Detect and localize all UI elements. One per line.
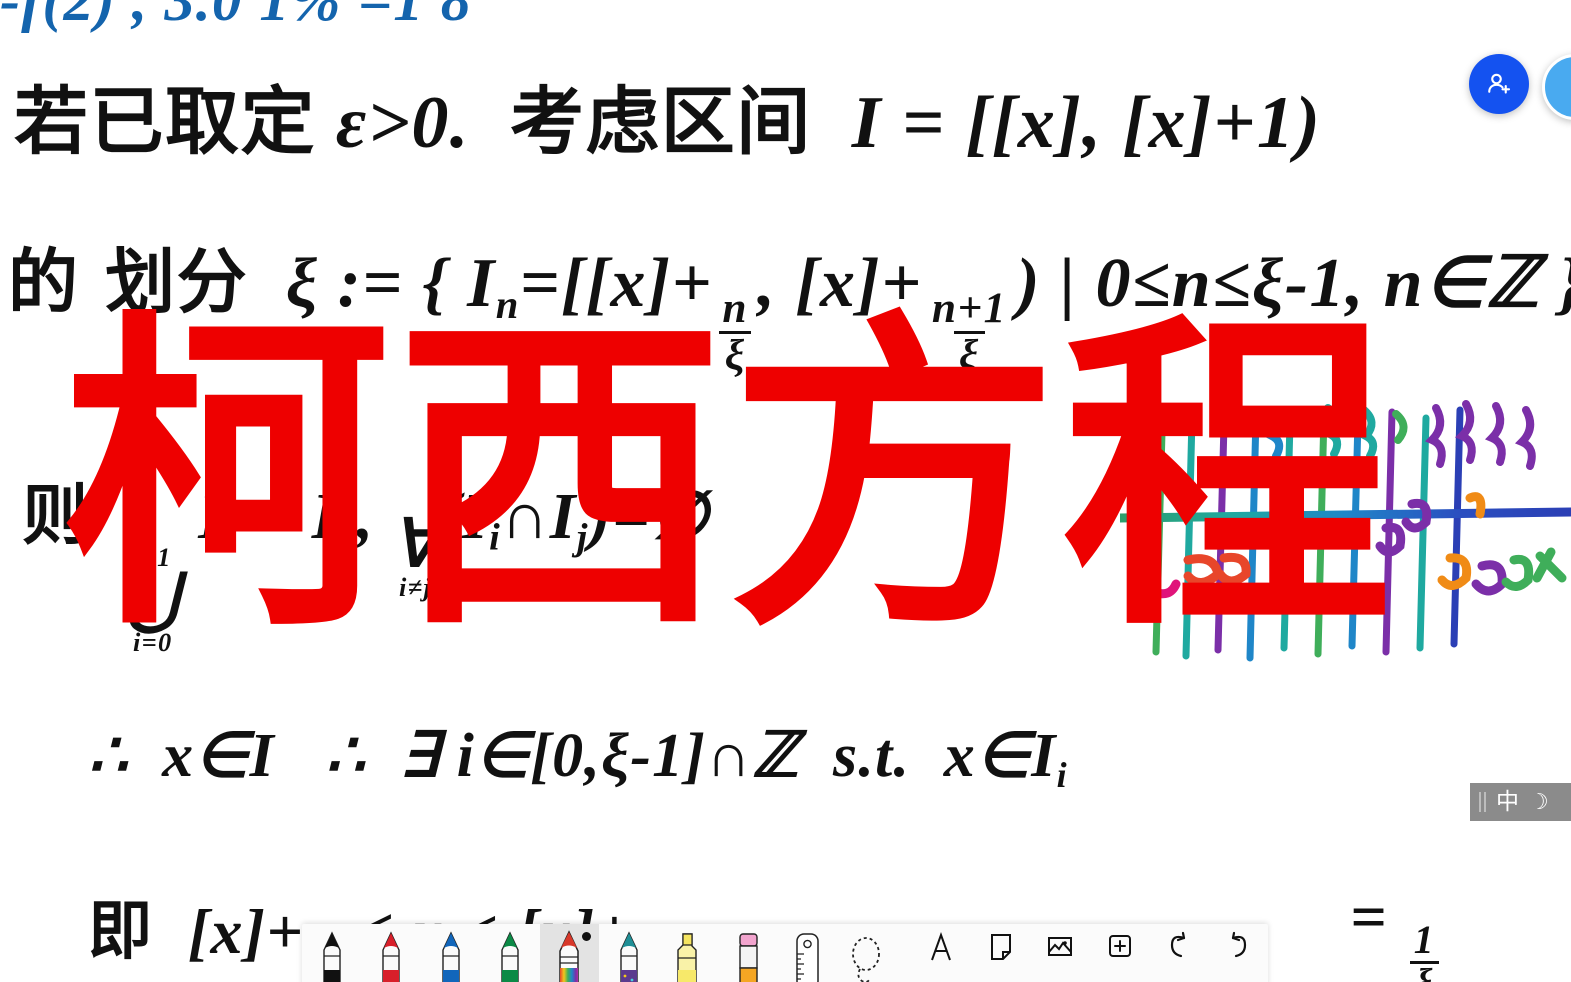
- tool-highlighter[interactable]: [658, 924, 717, 982]
- add-user-button[interactable]: [1469, 54, 1529, 114]
- note-canvas[interactable]: -f(2) , 3.0 1% =1 8 若已取定 ε>0. 考虑区间 I = […: [0, 0, 1571, 982]
- toolbar-divider: [896, 924, 912, 982]
- undo-icon: [1170, 931, 1186, 958]
- second-user-avatar[interactable]: [1542, 54, 1571, 120]
- tool-pen-rainbow[interactable]: [539, 924, 600, 982]
- tool-ruler[interactable]: [777, 924, 836, 982]
- tool-pen-red[interactable]: [361, 924, 420, 982]
- tool-eraser[interactable]: [718, 924, 777, 982]
- pen-black-icon: [323, 931, 341, 982]
- selected-indicator-dot: [582, 932, 592, 941]
- handwriting-line-4: ∴ x∈I ∴ ∃ i∈[0,ξ-1]∩ℤ s.t. x∈Ii: [88, 718, 1068, 796]
- handwriting-line-1: 若已取定 ε>0. 考虑区间 I = [[x], [x]+1): [14, 79, 1322, 165]
- tool-pen-blue[interactable]: [421, 924, 480, 982]
- pen-blue-icon: [441, 931, 460, 982]
- tool-add-page[interactable]: [1090, 924, 1149, 982]
- image-icon: [1048, 937, 1073, 956]
- ime-mode-label[interactable]: 中: [1496, 790, 1519, 814]
- pen-glitter-icon: [620, 931, 638, 982]
- tool-pen-black[interactable]: [302, 924, 361, 982]
- handwriting-line-0: -f(2) , 3.0 1% =1 8: [0, 0, 472, 33]
- highlighter-icon: [677, 933, 697, 982]
- text-icon: [931, 932, 952, 961]
- add-user-icon: [1488, 73, 1511, 94]
- redo-icon: [1232, 931, 1247, 958]
- eraser-icon: [738, 933, 758, 982]
- pen-red-icon: [382, 931, 400, 982]
- pen-green-icon: [501, 931, 519, 982]
- ime-divider-icon: [1479, 792, 1486, 812]
- tool-pen-glitter[interactable]: [599, 924, 658, 982]
- reciprocal-xi: = 1ξ: [1350, 881, 1444, 982]
- existence-statement: ∴ x∈I ∴ ∃ i∈[0,ξ-1]∩ℤ s.t. x∈Ii: [88, 722, 1068, 795]
- pen-toolbar[interactable]: [302, 924, 1268, 982]
- tool-redo[interactable]: [1209, 924, 1268, 982]
- tool-pen-green[interactable]: [480, 924, 539, 982]
- lasso-icon: [852, 937, 881, 982]
- tool-undo[interactable]: [1149, 924, 1208, 982]
- tool-text[interactable]: [912, 924, 971, 982]
- ime-indicator[interactable]: 中 ☽: [1470, 783, 1571, 821]
- plus-square-icon: [1108, 935, 1131, 957]
- watermark-text: 柯西方程: [62, 286, 1396, 670]
- handwriting-line-5-tail: = 1ξ: [1350, 880, 1444, 982]
- tool-insert-image[interactable]: [1030, 924, 1089, 982]
- sticky-note-icon: [990, 934, 1011, 960]
- tool-lasso-select[interactable]: [837, 924, 896, 982]
- tool-sticky-note[interactable]: [971, 924, 1030, 982]
- ruler-icon: [796, 933, 819, 982]
- interval-definition: I = [[x], [x]+1): [851, 82, 1322, 164]
- moon-icon[interactable]: ☽: [1529, 791, 1549, 813]
